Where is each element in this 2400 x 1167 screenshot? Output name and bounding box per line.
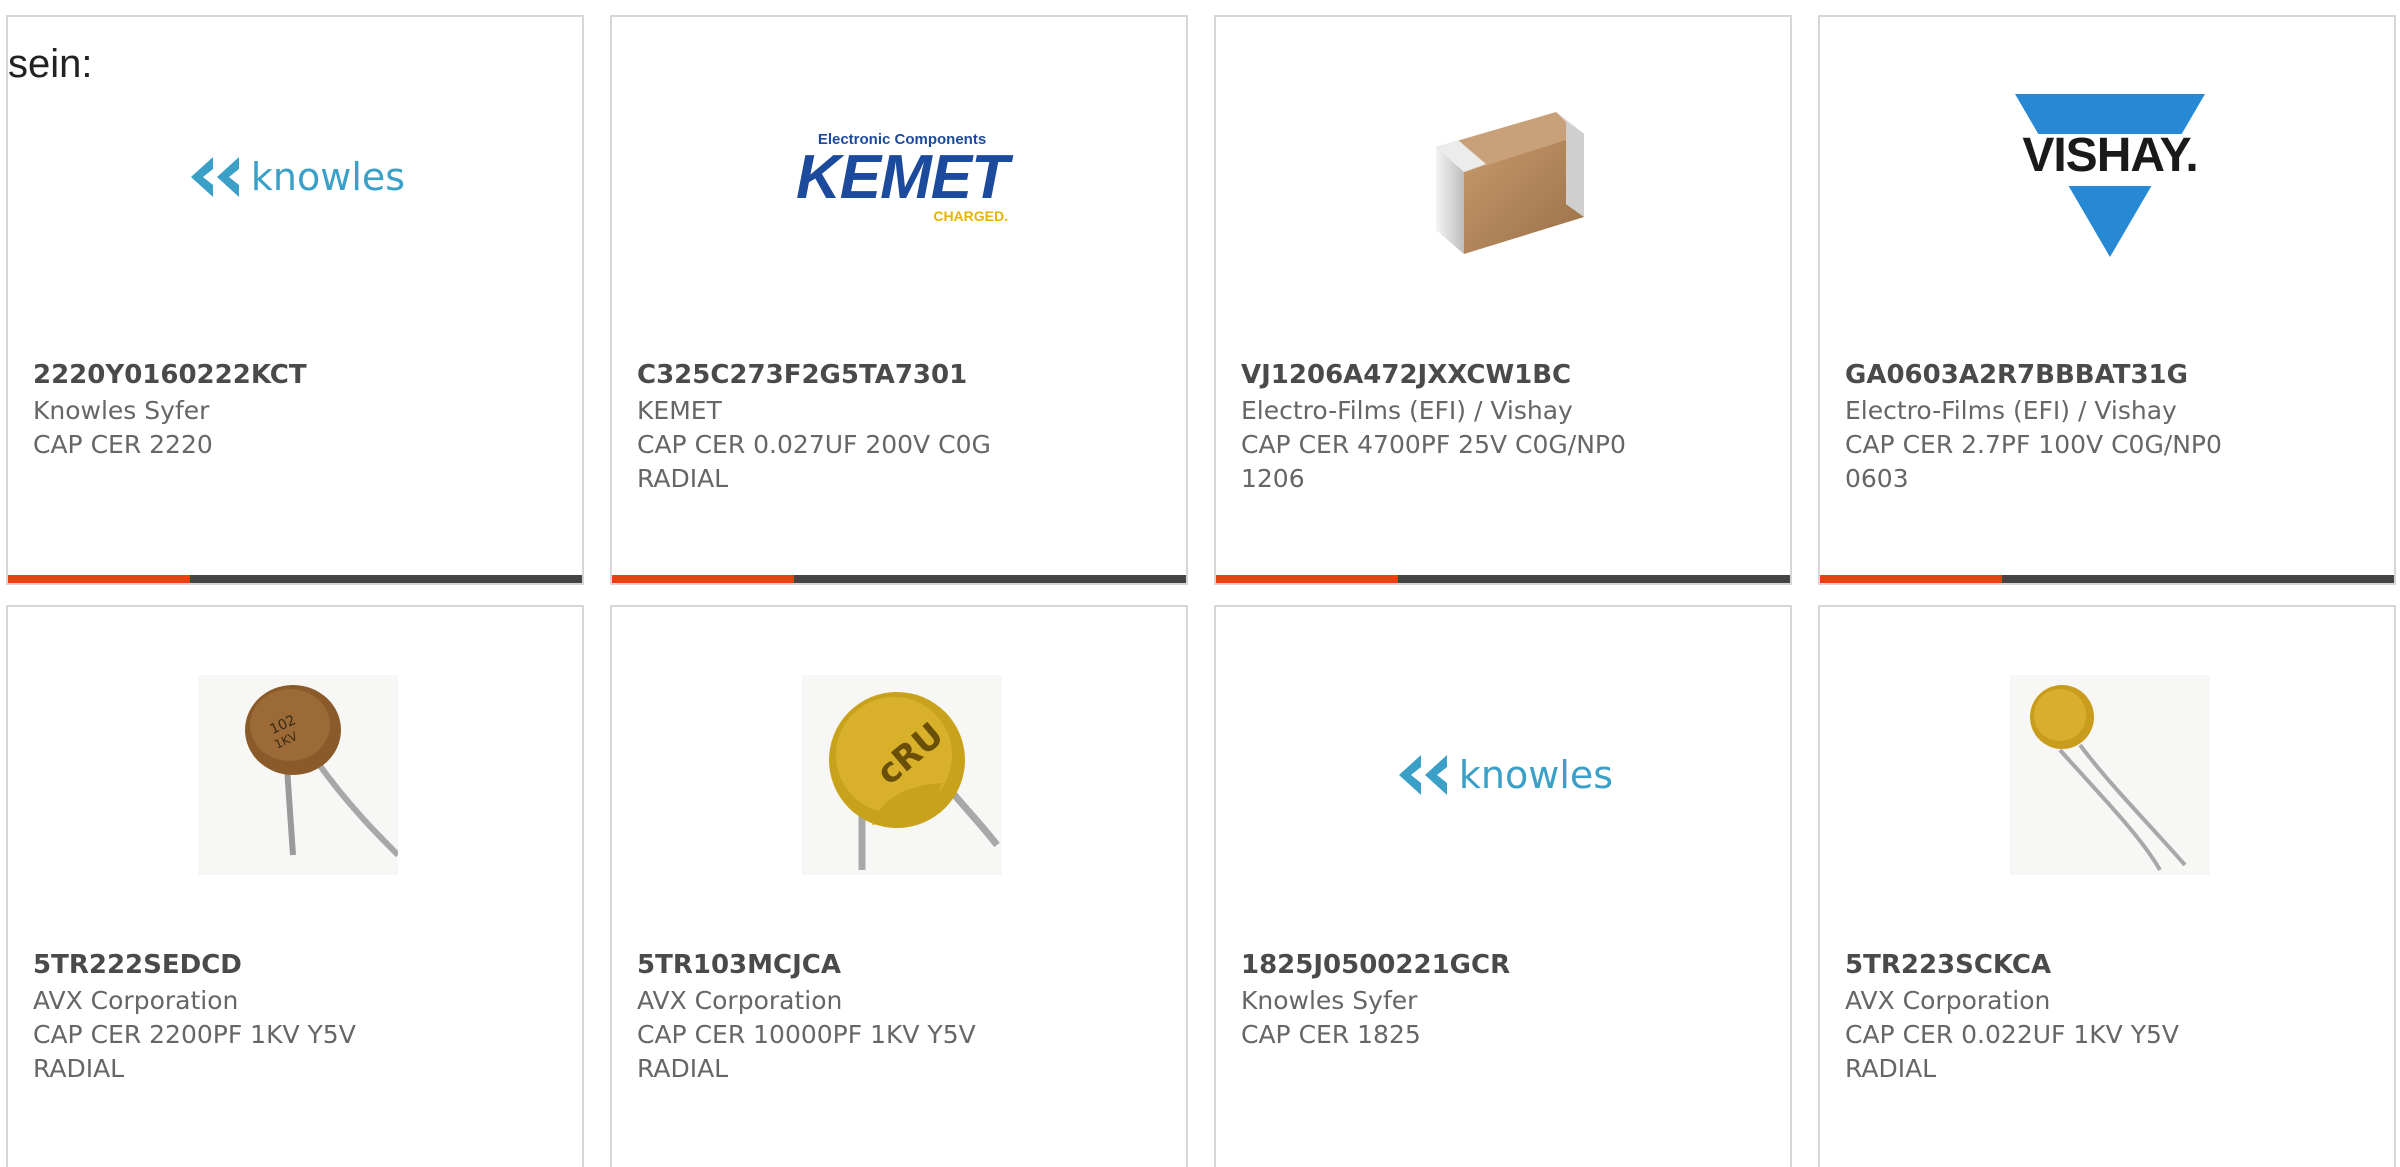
product-grid-page: sein: knowles 2220Y0160222KCT Knowles Sy… — [0, 0, 2400, 1167]
part-number-link[interactable]: 5TR103MCJCA — [637, 950, 841, 980]
description: CAP CER 0.027UF 200V C0G RADIAL — [637, 430, 991, 493]
product-card[interactable]: Electronic Components KEMET CHARGED. C32… — [610, 15, 1188, 585]
description: CAP CER 4700PF 25V C0G/NP0 1206 — [1241, 430, 1626, 493]
part-number-link[interactable]: C325C273F2G5TA7301 — [637, 360, 967, 390]
description: CAP CER 2200PF 1KV Y5V RADIAL — [33, 1020, 356, 1083]
product-card[interactable]: 102 1KV 5TR222SEDCD AVX Corporation CAP … — [6, 605, 584, 1167]
knowles-chevron-icon — [190, 157, 239, 197]
card-footer-accent — [1216, 575, 1398, 583]
part-number-link[interactable]: 5TR222SEDCD — [33, 950, 242, 980]
disc-capacitor-image — [2010, 675, 2210, 875]
vishay-logo-text: VISHAY. — [2022, 129, 2198, 182]
card-footer-accent — [612, 575, 794, 583]
kemet-logo-sub: CHARGED. — [933, 207, 1008, 224]
product-card[interactable]: cRU 5TR103MCJCA AVX Corporation CAP CER … — [610, 605, 1188, 1167]
description: CAP CER 10000PF 1KV Y5V RADIAL — [637, 1020, 976, 1083]
card-footer-bar — [1820, 575, 2394, 583]
manufacturer: AVX Corporation — [1845, 986, 2051, 1015]
description: CAP CER 2.7PF 100V C0G/NP0 0603 — [1845, 430, 2222, 493]
part-number-link[interactable]: 1825J0500221GCR — [1241, 950, 1510, 980]
manufacturer: KEMET — [637, 396, 722, 425]
part-number-link[interactable]: 2220Y0160222KCT — [33, 360, 307, 390]
card-footer-bar — [8, 575, 582, 583]
manufacturer: Electro-Films (EFI) / Vishay — [1845, 396, 2177, 425]
disc-capacitor-image: cRU — [802, 675, 1002, 875]
card-footer-bar — [612, 575, 1186, 583]
knowles-logo-text: knowles — [250, 155, 406, 199]
product-card[interactable]: VJ1206A472JXXCW1BC Electro-Films (EFI) /… — [1214, 15, 1792, 585]
product-card[interactable]: knowles 2220Y0160222KCT Knowles Syfer CA… — [6, 15, 584, 585]
card-footer-accent — [1820, 575, 2002, 583]
kemet-logo[interactable]: Electronic Components KEMET CHARGED. — [794, 79, 1010, 275]
knowles-logo[interactable]: knowles — [1398, 677, 1614, 873]
disc-capacitor-small-photo[interactable] — [2002, 675, 2218, 875]
manufacturer: Electro-Films (EFI) / Vishay — [1241, 396, 1573, 425]
smd-capacitor-image — [1436, 112, 1584, 254]
disc-capacitor-brown-photo[interactable]: 102 1KV — [190, 675, 406, 875]
manufacturer: AVX Corporation — [33, 986, 239, 1015]
manufacturer: AVX Corporation — [637, 986, 843, 1015]
part-number-link[interactable]: GA0603A2R7BBBAT31G — [1845, 360, 2188, 390]
intro-text: sein: — [8, 42, 93, 86]
description: CAP CER 0.022UF 1KV Y5V RADIAL — [1845, 1020, 2179, 1083]
knowles-logo-text: knowles — [1458, 753, 1614, 797]
smd-capacitor-photo[interactable] — [1398, 79, 1614, 275]
disc-capacitor-image: 102 1KV — [198, 675, 398, 875]
product-card[interactable]: VISHAY. GA0603A2R7BBBAT31G Electro-Films… — [1818, 15, 2396, 585]
part-number-link[interactable]: 5TR223SCKCA — [1845, 950, 2051, 980]
manufacturer: Knowles Syfer — [1241, 986, 1418, 1015]
disc-capacitor-yellow-photo[interactable]: cRU — [794, 675, 1010, 875]
kemet-logo-main: KEMET — [796, 142, 1009, 212]
card-footer-accent — [8, 575, 190, 583]
card-footer-bar — [1216, 575, 1790, 583]
product-card[interactable]: knowles 1825J0500221GCR Knowles Syfer CA… — [1214, 605, 1792, 1167]
description: CAP CER 2220 — [33, 430, 213, 459]
part-number-link[interactable]: VJ1206A472JXXCW1BC — [1241, 360, 1571, 390]
knowles-chevron-icon — [1398, 755, 1447, 795]
vishay-logo[interactable]: VISHAY. — [2002, 79, 2218, 275]
product-card[interactable]: 5TR223SCKCA AVX Corporation CAP CER 0.02… — [1818, 605, 2396, 1167]
knowles-logo[interactable]: knowles — [190, 79, 406, 275]
description: CAP CER 1825 — [1241, 1020, 1421, 1049]
manufacturer: Knowles Syfer — [33, 396, 210, 425]
